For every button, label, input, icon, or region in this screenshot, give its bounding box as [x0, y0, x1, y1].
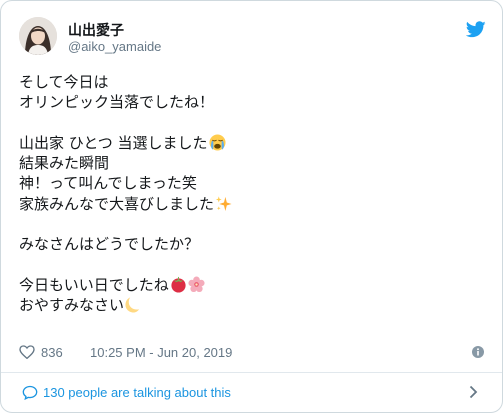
tweet-line-text: おやすみなさい: [19, 296, 125, 315]
tweet-line-text: 今日もいい日でしたね: [19, 275, 169, 294]
talking-about-text[interactable]: 130 people are talking about this: [43, 385, 231, 400]
tweet-meta: 836 10:25 PM - Jun 20, 2019: [19, 342, 484, 362]
tweet-line: 神！って叫んでしまった笑: [19, 174, 197, 193]
tweet-timestamp[interactable]: 10:25 PM - Jun 20, 2019: [90, 345, 232, 360]
tweet-card: 山出愛子 @aiko_yamaide そして今日は オリンピック当落でしたね！ …: [0, 0, 503, 413]
cherry-blossom-emoji: [188, 276, 205, 293]
info-icon[interactable]: [472, 346, 484, 358]
crescent-moon-emoji: [125, 297, 140, 313]
tweet-line: 家族みんなで大喜びしました: [19, 194, 479, 214]
tweet-text: そして今日は オリンピック当落でしたね！ 山出家 ひとつ 当選しました 結果みた…: [19, 72, 479, 316]
twitter-bird-icon[interactable]: [466, 21, 486, 38]
tweet-line: おやすみなさい: [19, 295, 479, 315]
author-handle[interactable]: @aiko_yamaide: [68, 39, 161, 54]
tweet-line: オリンピック当落でしたね！: [19, 93, 215, 112]
crying-face-emoji: [208, 134, 226, 151]
chevron-right-icon[interactable]: [469, 385, 478, 399]
tweet-line: みなさんはどうでしたか？: [19, 235, 200, 254]
heart-icon[interactable]: [19, 345, 35, 359]
tweet-line: 山出家 ひとつ 当選しました: [19, 133, 479, 153]
sparkles-emoji: [215, 196, 232, 211]
talking-about-link[interactable]: 130 people are talking about this: [1, 373, 502, 412]
tweet-line: そして今日は: [19, 73, 109, 91]
tomato-emoji: [171, 276, 186, 293]
like-count[interactable]: 836: [41, 345, 63, 360]
tweet-line: 今日もいい日でしたね: [19, 275, 479, 295]
tweet-line: 結果みた瞬間: [19, 154, 110, 173]
speech-bubble-icon: [22, 385, 38, 400]
avatar[interactable]: [19, 17, 57, 55]
author-name[interactable]: 山出愛子: [68, 20, 124, 40]
tweet-header: 山出愛子 @aiko_yamaide: [19, 17, 486, 57]
tweet-line-text: 家族みんなで大喜びしました: [19, 194, 215, 213]
tweet-line-text: 山出家 ひとつ 当選しました: [19, 133, 208, 152]
